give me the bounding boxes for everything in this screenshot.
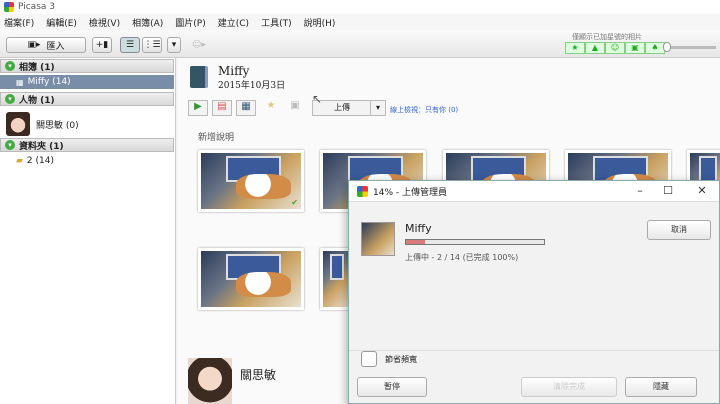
sidebar-item-folder[interactable]: ▰ 2 (14)	[0, 154, 174, 168]
save-icon: ▣	[290, 100, 300, 111]
sidebar-item-miffy[interactable]: ▦ Miffy (14)	[0, 75, 174, 89]
people-header-label: 人物 (1)	[19, 95, 55, 106]
save-bandwidth-label: 節省頻寬	[385, 355, 417, 364]
person-panel: 關思敏	[188, 358, 348, 404]
menu-file[interactable]: 檔案(F)	[4, 16, 34, 29]
album-date[interactable]: 2015年10月3日	[218, 78, 285, 91]
sidebar-item-person[interactable]: 關思敏 (0)	[0, 110, 174, 138]
maximize-icon[interactable]: ☐	[661, 184, 675, 198]
video-filter-icon[interactable]: ▣	[625, 42, 645, 54]
filter-slider[interactable]	[663, 42, 716, 52]
menu-view[interactable]: 檢視(V)	[89, 16, 120, 29]
upload-progress-fill	[406, 240, 426, 244]
view-thumbnails-button[interactable]: ☰	[120, 37, 140, 53]
album-title[interactable]: Miffy	[218, 64, 249, 78]
photo-thumbnail[interactable]	[198, 248, 304, 310]
albums-header-label: 相簿 (1)	[19, 62, 55, 73]
folder-icon: ▰	[16, 156, 23, 166]
upload-list: Miffy 上傳中 - 2 / 14 (已完成 100%) 取消	[349, 201, 719, 351]
online-view-label: 線上檢視：只有你	[390, 106, 446, 114]
star-filter-icon[interactable]: ★	[565, 42, 585, 54]
view-tree-button[interactable]: ⋮☰	[142, 37, 162, 53]
filter-bar: ★ ▲ ☺ ▣ ♠	[565, 42, 665, 54]
folders-header[interactable]: ▾ 資料夾 (1)	[0, 138, 174, 152]
albums-header[interactable]: ▾ 相簿 (1)	[0, 59, 174, 73]
add-description[interactable]: 新增說明	[198, 130, 234, 143]
album-icon: ▦	[16, 77, 24, 87]
dialog-footer: 節省頻寬 暫停 清除完成 隱藏	[349, 351, 719, 403]
online-view-count: (0)	[448, 106, 459, 114]
movie-button[interactable]: ▦	[236, 100, 256, 116]
star-icon: ★	[266, 100, 276, 111]
collage-icon: ▤	[217, 101, 227, 112]
slider-knob[interactable]	[663, 42, 671, 52]
import-label: 匯入	[46, 41, 65, 52]
person-avatar	[6, 112, 30, 136]
album-book-icon	[190, 66, 208, 88]
people-filter-icon[interactable]: ☺	[605, 42, 625, 54]
chevron-down-icon: ▾	[375, 103, 380, 112]
collapse-icon: ▾	[5, 140, 15, 150]
upload-status: 上傳中 - 2 / 14 (已完成 100%)	[405, 253, 519, 262]
menu-bar: 檔案(F) 編輯(E) 檢視(V) 相簿(A) 圖片(P) 建立(C) 工具(T…	[0, 14, 720, 30]
collapse-icon: ▾	[5, 61, 15, 71]
picasa-logo-icon	[357, 185, 368, 197]
play-slideshow-button[interactable]: ▶	[188, 100, 208, 116]
picasa-window: Picasa 3 檔案(F) 編輯(E) 檢視(V) 相簿(A) 圖片(P) 建…	[0, 0, 720, 404]
person-panel-avatar[interactable]	[188, 358, 232, 404]
tree-view-icon: ⋮☰	[143, 40, 161, 50]
dialog-title: 14% - 上傳管理員	[373, 187, 447, 198]
folders-header-label: 資料夾 (1)	[19, 141, 64, 152]
save-button[interactable]: ▣	[286, 100, 304, 116]
upload-thumbnail	[361, 222, 395, 256]
mouse-cursor-icon: ↖	[312, 92, 323, 106]
import-icon: ▣▸	[27, 40, 41, 50]
menu-picture[interactable]: 圖片(P)	[175, 16, 205, 29]
view-menu-button[interactable]: ▾	[167, 37, 181, 53]
hide-button[interactable]: 隱藏	[625, 377, 697, 397]
upload-done-icon: ✔	[291, 198, 298, 207]
clear-completed-button[interactable]: 清除完成	[521, 377, 617, 397]
add-album-icon: +▮	[95, 40, 109, 50]
people-header[interactable]: ▾ 人物 (1)	[0, 92, 174, 106]
movie-icon: ▦	[241, 101, 251, 112]
menu-help[interactable]: 說明(H)	[304, 16, 336, 29]
online-view-link[interactable]: 線上檢視：只有你 (0)	[390, 105, 458, 115]
collapse-icon: ▾	[5, 94, 15, 104]
collage-button[interactable]: ▤	[212, 100, 232, 116]
save-bandwidth-checkbox[interactable]	[361, 351, 377, 367]
upload-filter-icon[interactable]: ▲	[585, 42, 605, 54]
star-button[interactable]: ★	[262, 100, 280, 116]
menu-tools[interactable]: 工具(T)	[261, 16, 292, 29]
upload-manager-dialog: 14% - 上傳管理員 – ☐ ✕ Miffy 上傳中 - 2 / 14 (已完…	[348, 180, 720, 404]
menu-album[interactable]: 相簿(A)	[132, 16, 163, 29]
play-icon: ▶	[194, 101, 202, 112]
picasa-logo-icon	[4, 2, 14, 12]
upload-album-name: Miffy	[405, 222, 432, 235]
album-item-label: Miffy (14)	[27, 77, 71, 87]
people-icon: ☺▸	[192, 40, 206, 50]
minimize-icon[interactable]: –	[633, 184, 647, 198]
add-to-album-button[interactable]: +▮	[92, 37, 112, 53]
person-panel-name[interactable]: 關思敏	[240, 366, 276, 383]
menu-create[interactable]: 建立(C)	[218, 16, 249, 29]
folder-item-label: 2 (14)	[26, 156, 54, 166]
pause-button[interactable]: 暫停	[357, 377, 427, 397]
close-icon[interactable]: ✕	[695, 184, 709, 198]
title-bar: Picasa 3	[0, 0, 720, 14]
photo-thumbnail[interactable]: ✔	[198, 150, 304, 212]
grid-view-icon: ☰	[125, 40, 135, 50]
geotag-filter-icon[interactable]: ♠	[645, 42, 665, 54]
person-item-label: 關思敏 (0)	[36, 120, 79, 131]
window-title: Picasa 3	[18, 2, 55, 12]
sidebar: ▾ 相簿 (1) ▦ Miffy (14) ▾ 人物 (1) 關思敏 (0) ▾…	[0, 58, 176, 404]
people-button[interactable]: ☺▸	[188, 37, 210, 53]
import-button[interactable]: ▣▸ 匯入	[6, 37, 86, 53]
chevron-down-icon: ▾	[171, 40, 177, 50]
menu-edit[interactable]: 編輯(E)	[46, 16, 77, 29]
cancel-button[interactable]: 取消	[647, 220, 711, 240]
filter-caption: 僅顯示已加星號的相片	[572, 33, 642, 41]
upload-progress-bar	[405, 239, 545, 245]
upload-dropdown-button[interactable]: ▾	[370, 100, 386, 116]
